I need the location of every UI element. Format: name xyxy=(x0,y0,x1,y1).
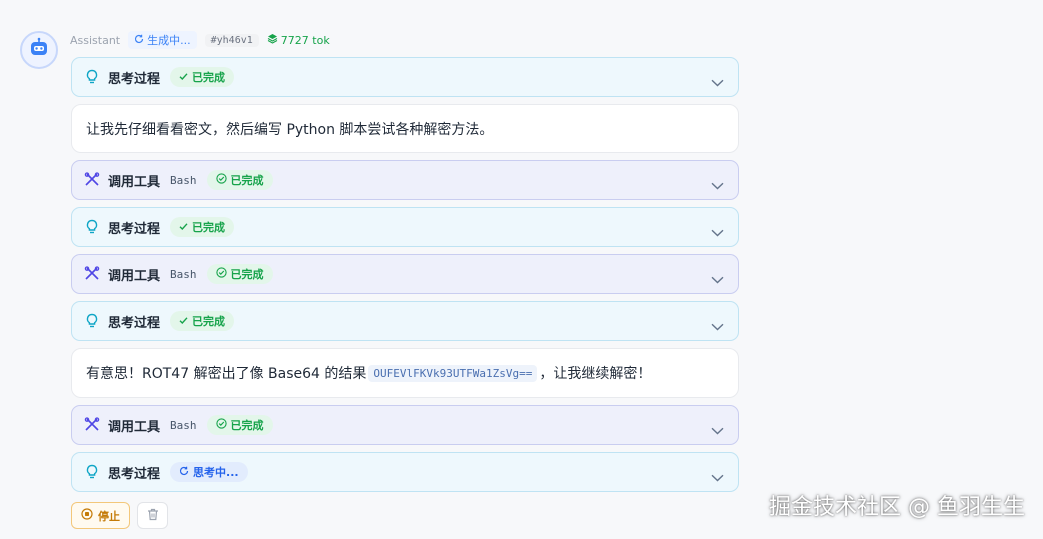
status-label: 已完成 xyxy=(230,174,264,187)
refresh-icon xyxy=(134,34,144,47)
block-title: 调用工具 xyxy=(108,174,161,190)
lightbulb-icon xyxy=(84,69,100,85)
text-content: 让我先仔细看看密文，然后编写 Python 脚本尝试各种解密方法。 xyxy=(86,121,494,138)
thinking-block[interactable]: 思考过程 已完成 xyxy=(71,301,739,341)
robot-icon xyxy=(28,37,50,63)
text-block: 让我先仔细看看密文，然后编写 Python 脚本尝试各种解密方法。 xyxy=(71,104,739,153)
status-label: 思考中... xyxy=(193,466,239,479)
thinking-block[interactable]: 思考过程 已完成 xyxy=(71,57,739,97)
thinking-block[interactable]: 思考过程 思考中... xyxy=(71,452,739,492)
block-title: 思考过程 xyxy=(108,221,161,237)
block-title: 思考过程 xyxy=(108,466,161,482)
status-badge: 已完成 xyxy=(206,264,273,284)
role-label: Assistant xyxy=(70,33,121,47)
text-block: 有意思！ROT47 解密出了像 Base64 的结果 OUFEVlFKVk93U… xyxy=(71,348,739,398)
tools-icon xyxy=(84,172,100,188)
generating-badge: 生成中... xyxy=(128,31,197,49)
text-content-tail: ，让我继续解密！ xyxy=(539,366,652,382)
tools-icon xyxy=(84,266,100,282)
message-header: Assistant 生成中... #yh46v1 7727 tok xyxy=(70,31,330,49)
token-count: 7727 tok xyxy=(280,33,330,47)
thinking-block[interactable]: 思考过程 已完成 xyxy=(71,207,739,247)
tool-call-block[interactable]: 调用工具 Bash 已完成 xyxy=(71,160,739,200)
text-content: 有意思！ROT47 解密出了像 Base64 的结果 xyxy=(86,366,367,382)
inline-code: OUFEVlFKVk93UTFWa1ZsVg== xyxy=(368,364,538,382)
status-label: 已完成 xyxy=(192,71,226,84)
tool-call-block[interactable]: 调用工具 Bash 已完成 xyxy=(71,405,739,445)
status-badge: 已完成 xyxy=(206,170,273,190)
status-label: 已完成 xyxy=(192,221,226,234)
tools-icon xyxy=(84,417,100,433)
status-badge: 已完成 xyxy=(170,67,235,87)
chevron-down-icon[interactable] xyxy=(711,222,724,241)
stop-button[interactable]: 停止 xyxy=(71,502,130,529)
block-title: 思考过程 xyxy=(108,71,161,87)
chevron-down-icon[interactable] xyxy=(711,316,724,335)
block-title: 调用工具 xyxy=(108,419,161,435)
check-icon xyxy=(179,315,188,328)
chevron-down-icon[interactable] xyxy=(711,72,724,91)
check-circle-icon xyxy=(215,267,227,281)
chevron-down-icon[interactable] xyxy=(711,420,724,439)
tool-name: Bash xyxy=(170,418,197,432)
assistant-avatar xyxy=(20,31,58,69)
block-title: 调用工具 xyxy=(108,268,161,284)
block-title: 思考过程 xyxy=(108,315,161,331)
status-badge: 已完成 xyxy=(170,311,235,331)
trash-icon xyxy=(147,508,159,524)
check-icon xyxy=(179,221,188,234)
tool-name: Bash xyxy=(170,173,197,187)
check-icon xyxy=(179,71,188,84)
layers-icon xyxy=(267,33,278,47)
tool-name: Bash xyxy=(170,267,197,281)
check-circle-icon xyxy=(215,173,227,187)
lightbulb-icon xyxy=(84,464,100,480)
status-badge: 已完成 xyxy=(206,415,273,435)
status-badge: 思考中... xyxy=(170,462,248,482)
tool-call-block[interactable]: 调用工具 Bash 已完成 xyxy=(71,254,739,294)
chevron-down-icon[interactable] xyxy=(711,175,724,194)
stop-label: 停止 xyxy=(98,510,120,523)
status-label: 已完成 xyxy=(230,419,264,432)
delete-button[interactable] xyxy=(137,502,168,529)
status-label: 已完成 xyxy=(230,268,264,281)
watermark: 掘金技术社区 @ 鱼羽生生 xyxy=(769,495,1025,520)
refresh-icon xyxy=(179,466,189,479)
token-count-badge: 7727 tok xyxy=(267,33,330,47)
check-circle-icon xyxy=(215,418,227,432)
chevron-down-icon[interactable] xyxy=(711,467,724,486)
message-actions: 停止 xyxy=(71,502,168,529)
generating-label: 生成中... xyxy=(147,34,191,47)
message-blocks: 思考过程 已完成 让我先仔细看看密文，然后编写 Python 脚本尝试各种解密方… xyxy=(71,57,739,499)
status-badge: 已完成 xyxy=(170,217,235,237)
status-label: 已完成 xyxy=(192,315,226,328)
chevron-down-icon[interactable] xyxy=(711,269,724,288)
message-id-badge: #yh46v1 xyxy=(204,33,259,47)
lightbulb-icon xyxy=(84,219,100,235)
lightbulb-icon xyxy=(84,313,100,329)
stop-circle-icon xyxy=(81,508,93,523)
